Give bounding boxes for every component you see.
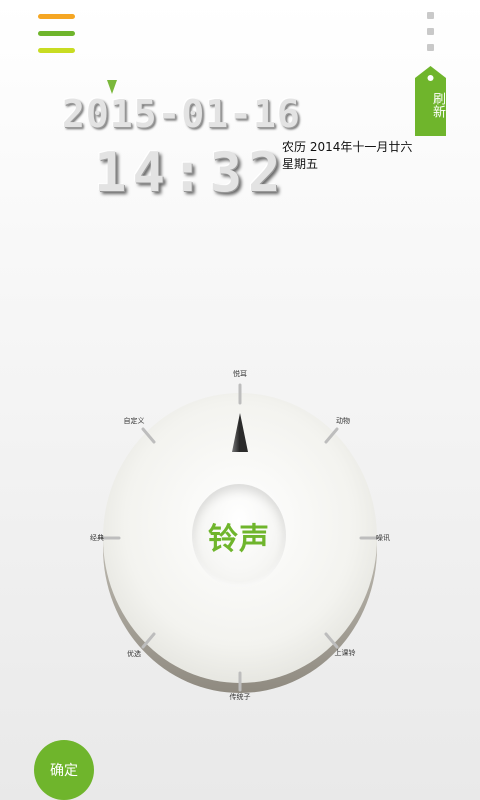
tick-label-3[interactable]: 上课铃 <box>335 648 356 658</box>
tick-label-7[interactable]: 自定义 <box>124 416 145 426</box>
ringtone-center-button[interactable]: 铃声 <box>192 484 286 587</box>
tick-label-2[interactable]: 噪讯 <box>376 533 390 543</box>
confirm-button[interactable]: 确定 <box>34 740 94 800</box>
ringtone-label: 铃声 <box>208 521 270 557</box>
tick-label-6[interactable]: 经典 <box>90 533 104 543</box>
tick-label-4[interactable]: 传统子 <box>230 692 251 702</box>
tick-label-5[interactable]: 优选 <box>127 649 141 659</box>
ringtone-dial: 悦耳 动物 噪讯 上课铃 传统子 优选 经典 自定义 铃声 <box>0 0 480 800</box>
tick-label-0[interactable]: 悦耳 <box>233 369 247 379</box>
dial-graphic[interactable] <box>0 0 480 800</box>
tick-label-1[interactable]: 动物 <box>336 416 350 426</box>
